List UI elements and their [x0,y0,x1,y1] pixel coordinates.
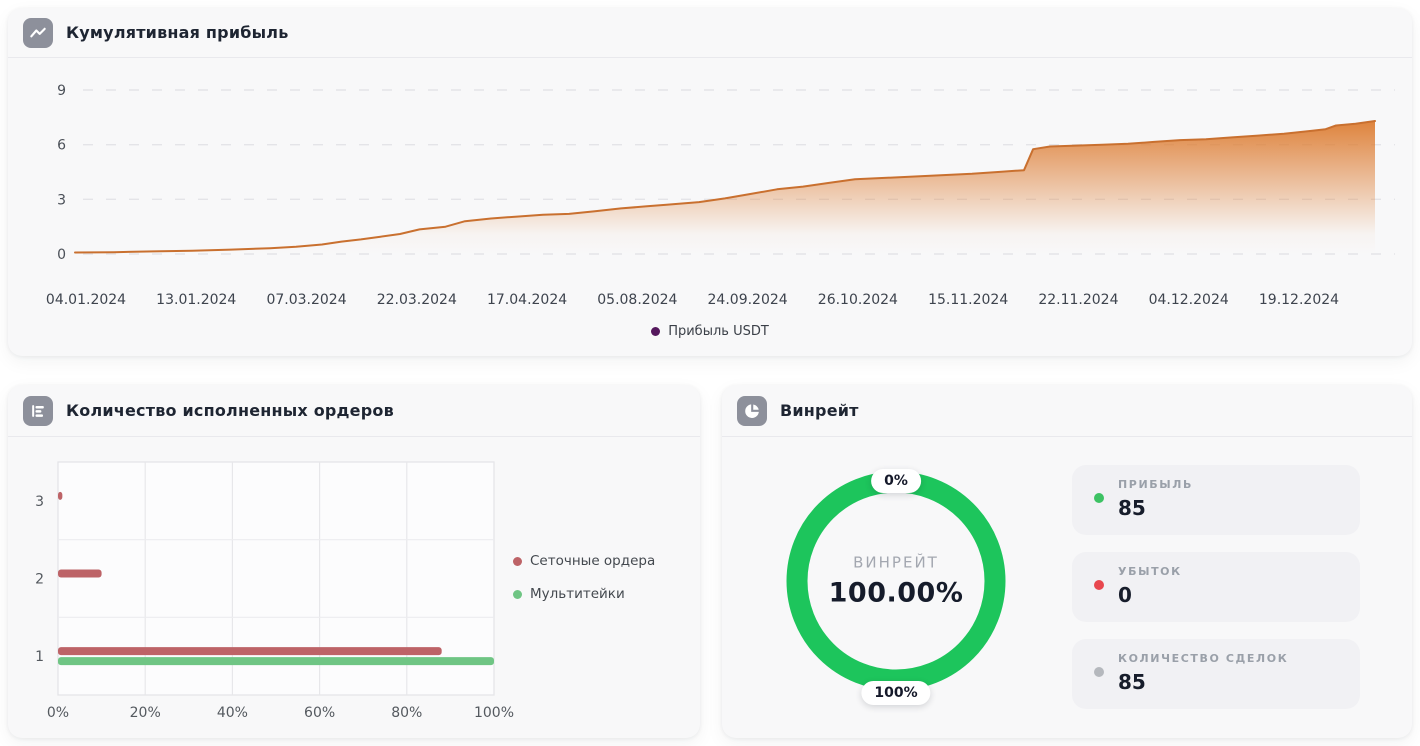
y-tick-label-3: 3 [57,192,66,208]
x-tick-label-20%: 20% [130,705,161,721]
x-tick-label-100%: 100% [474,705,514,721]
x-tick-label-24.09.2024: 24.09.2024 [707,292,788,308]
winrate-value: 100.00% [828,577,964,609]
x-tick-label-17.04.2024: 17.04.2024 [486,292,568,308]
legend-label-multitakes: Мультитейки [530,586,625,602]
stat-label-trades-count: КОЛИЧЕСТВО СДЕЛОК [1118,652,1289,665]
winrate-caption: ВИНРЕЙТ [853,553,939,572]
stat-card-trades-count: КОЛИЧЕСТВО СДЕЛОК 85 [1072,639,1360,709]
y-tick-label-0: 0 [57,247,66,263]
y-tick-label-6: 6 [57,138,66,154]
cumulative-profit-legend: Прибыль USDT [8,324,1412,339]
winrate-bottom-badge: 100% [861,681,931,705]
x-tick-label-22.11.2024: 22.11.2024 [1038,292,1119,308]
x-tick-label-04.12.2024: 04.12.2024 [1148,292,1229,308]
legend-item-multitakes[interactable]: Мультитейки [513,586,655,602]
stat-value-trades-count: 85 [1118,670,1146,694]
bar-grid-orders-cat-3 [58,491,63,500]
bar-multitakes-cat-1 [58,657,494,666]
winrate-center: ВИНРЕЙТ 100.00% [786,554,1006,609]
x-tick-label-05.08.2024: 05.08.2024 [597,292,678,308]
x-tick-label-07.03.2024: 07.03.2024 [266,292,347,308]
bar-grid-orders-cat-1 [58,647,442,656]
y-cat-label-2: 2 [35,572,44,588]
panel-cumulative-profit: Кумулятивная прибыль 9630 04.01.2024 13.0… [8,8,1412,356]
x-tick-label-60%: 60% [304,705,335,721]
bar-grid-orders-cat-2 [58,569,102,578]
y-cat-label-3: 3 [35,494,44,510]
x-tick-label-04.01.2024: 04.01.2024 [45,292,127,308]
x-tick-label-19.12.2024: 19.12.2024 [1258,292,1340,308]
legend-dot-grid-orders [513,556,522,566]
y-cat-label-1: 1 [35,649,44,665]
stat-value-profit: 85 [1118,496,1146,520]
stat-label-profit: ПРИБЫЛЬ [1118,478,1193,491]
legend-dot-profit-usdt [651,327,661,336]
trades-count-dot [1094,667,1104,677]
dashboard: Кумулятивная прибыль 9630 04.01.2024 13.0… [0,0,1420,746]
legend-item-profit-usdt[interactable]: Прибыль USDT [651,324,769,339]
stat-card-loss: УБЫТОК 0 [1072,552,1360,622]
stat-label-loss: УБЫТОК [1118,565,1182,578]
legend-dot-multitakes [513,589,522,599]
y-tick-label-9: 9 [57,83,66,99]
legend-label-grid-orders: Сеточные ордера [530,553,656,569]
profit-dot [1094,493,1104,503]
legend-item-grid-orders[interactable]: Сеточные ордера [513,553,655,569]
winrate-top-badge: 0% [871,469,921,493]
x-tick-label-80%: 80% [391,705,422,721]
x-tick-label-26.10.2024: 26.10.2024 [817,292,898,308]
x-tick-label-22.03.2024: 22.03.2024 [376,292,457,308]
x-tick-label-0%: 0% [47,705,69,721]
panel-executed-orders: Количество исполненных ордеров 0% 20% 40% 6… [8,385,700,738]
x-tick-label-15.11.2024: 15.11.2024 [928,292,1009,308]
loss-dot [1094,580,1104,590]
stat-value-loss: 0 [1118,583,1132,607]
legend-label-profit-usdt: Прибыль USDT [668,324,769,339]
x-tick-label-13.01.2024: 13.01.2024 [156,292,237,308]
panel-winrate: Винрейт ВИНРЕЙТ 100.00% 0% 100% ПРИБЫЛЬ … [722,385,1412,738]
executed-orders-legend: Сеточные ордера Мультитейки [513,553,655,602]
x-tick-label-40%: 40% [217,705,248,721]
stat-card-profit: ПРИБЫЛЬ 85 [1072,465,1360,535]
